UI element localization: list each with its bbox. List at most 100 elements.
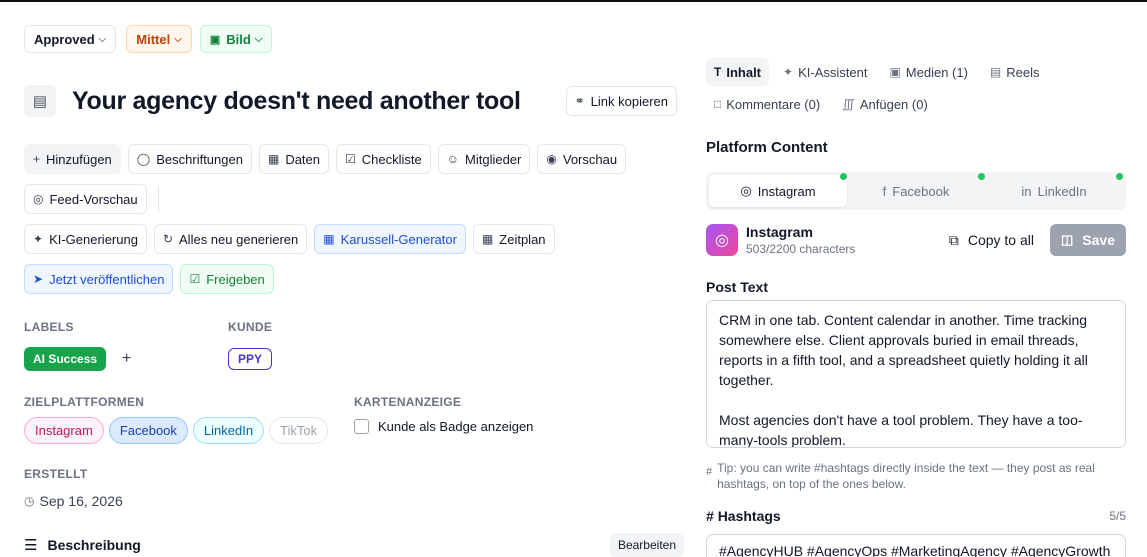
type-dropdown[interactable]: ▣ Bild ⌵: [199, 25, 273, 53]
sparkles-icon: ✦: [783, 65, 794, 79]
labels-client-row: LABELS AI Success + KUNDE PPY: [24, 320, 684, 371]
platform-tab-linkedin[interactable]: in LinkedIn: [985, 173, 1123, 207]
copy-icon: ⧉: [948, 231, 959, 248]
instagram-icon: ◎: [706, 224, 738, 256]
checkbox-icon: ☑: [345, 152, 356, 166]
feed-preview-button[interactable]: ◎ Feed-Vorschau: [24, 184, 147, 214]
preview-label: Vorschau: [562, 151, 618, 167]
dates-button[interactable]: ▦ Daten: [258, 144, 330, 174]
edit-description-button[interactable]: Bearbeiten: [609, 532, 684, 557]
client-list: PPY: [228, 348, 273, 370]
add-label-button[interactable]: +: [122, 350, 131, 368]
status-dot: [978, 173, 985, 180]
text-icon: T: [714, 65, 722, 79]
regenerate-all-button[interactable]: ↻ Alles neu generieren: [153, 224, 308, 254]
menu-icon: ☰: [24, 536, 38, 554]
platform-pill-tiktok[interactable]: TikTok: [269, 417, 329, 444]
user-icon: ☺: [446, 152, 460, 166]
card-display-section: KARTENANZEIGE Kunde als Badge anzeigen: [354, 395, 533, 434]
tab-reels-label: Reels: [1006, 64, 1040, 80]
page-title[interactable]: Your agency doesn't need another tool: [72, 87, 521, 116]
preview-button[interactable]: ◉ Vorschau: [537, 144, 627, 174]
tab-reels[interactable]: ▤ Reels: [982, 58, 1048, 86]
platform-pill-facebook[interactable]: Facebook: [108, 417, 188, 444]
created-heading: ERSTELLT: [24, 467, 88, 481]
share-label: Freigeben: [206, 271, 265, 287]
title-row: ▤ Your agency doesn't need another tool …: [24, 82, 684, 120]
platform-name: Instagram: [746, 224, 813, 240]
client-badge-label: Kunde als Badge anzeigen: [378, 419, 534, 434]
card-details: Approved ⌵ Mittel ⌵ ▣ Bild ⌵ ▤ Your agen…: [24, 25, 684, 509]
refresh-icon: ↻: [162, 232, 174, 246]
schedule-button[interactable]: ▦ Zeitplan: [472, 224, 555, 254]
carousel-generator-button[interactable]: ▦ Karussell-Generator: [314, 224, 466, 254]
calendar-icon: ▦: [267, 152, 280, 166]
image-icon: ▣: [209, 33, 221, 46]
grid-icon: ▦: [323, 232, 335, 246]
copy-link-label: Link kopieren: [590, 93, 668, 109]
add-button[interactable]: + Hinzufügen: [24, 144, 121, 174]
calendar-icon: ▦: [481, 232, 494, 246]
checklist-button[interactable]: ☑ Checkliste: [336, 144, 431, 174]
tab-media[interactable]: ▣ Medien (1): [881, 58, 975, 86]
priority-label: Mittel: [136, 31, 171, 47]
clock-icon: ◷: [24, 494, 35, 508]
status-label: Approved: [34, 31, 95, 47]
tab-content-label: Inhalt: [726, 64, 762, 80]
platforms-heading: ZIELPLATTFORMEN: [24, 395, 145, 409]
label-tag[interactable]: AI Success: [24, 347, 107, 371]
platform-pills: Instagram Facebook LinkedIn TikTok: [24, 417, 354, 444]
ai-generate-label: KI-Generierung: [49, 231, 138, 247]
labels-button[interactable]: ◯ Beschriftungen: [127, 144, 252, 174]
tab-comments[interactable]: □ Kommentare (0): [706, 90, 828, 118]
platform-pill-linkedin[interactable]: LinkedIn: [192, 417, 265, 444]
copy-to-all-button[interactable]: ⧉ Copy to all: [949, 232, 1034, 249]
platform-tab-instagram-label: Instagram: [757, 183, 816, 199]
plus-icon: +: [33, 152, 41, 166]
platform-content-title: Platform Content: [706, 139, 828, 156]
hashtags-input[interactable]: #AgencyHUB #AgencyOps #MarketingAgency #…: [706, 534, 1126, 557]
hashtag-tip: # Tip: you can write #hashtags directly …: [706, 460, 1126, 492]
send-icon: ➤: [33, 272, 44, 286]
checkbox-icon: ☑: [189, 272, 201, 286]
platform-pill-instagram[interactable]: Instagram: [24, 417, 104, 444]
publish-now-button[interactable]: ➤ Jetzt veröffentlichen: [24, 264, 174, 294]
schedule-label: Zeitplan: [499, 231, 546, 247]
description-header: ☰ Beschreibung Bearbeiten: [24, 532, 684, 557]
sparkles-icon: ✦: [33, 232, 44, 246]
client-badge-checkbox[interactable]: [354, 419, 369, 434]
eye-icon: ◉: [546, 152, 557, 166]
client-badge-option: Kunde als Badge anzeigen: [354, 419, 533, 434]
hashtags-count: 5/5: [1109, 509, 1126, 523]
content-panel: T Inhalt ✦ KI-Assistent ▣ Medien (1) ▤ Reels…: [706, 58, 1126, 557]
status-dropdown[interactable]: Approved ⌵: [24, 25, 117, 53]
post-text-label: Post Text: [706, 279, 768, 295]
members-button[interactable]: ☺ Mitglieder: [437, 144, 531, 174]
client-tag[interactable]: PPY: [228, 348, 273, 370]
hashtags-label: # Hashtags: [706, 508, 781, 524]
share-button[interactable]: ☑ Freigeben: [180, 264, 274, 294]
tab-ai-assistant[interactable]: ✦ KI-Assistent: [775, 58, 875, 86]
save-button[interactable]: ◫ Save: [1050, 224, 1126, 256]
copy-link-button[interactable]: ⚭ Link kopieren: [565, 86, 677, 116]
chevron-down-icon: ⌵: [98, 33, 107, 45]
post-text-input[interactable]: CRM in one tab. Content calendar in anot…: [706, 300, 1126, 448]
status-dot: [1116, 173, 1123, 180]
platform-tab-instagram[interactable]: ◎ Instagram: [709, 173, 847, 207]
character-count: 503/2200 characters: [746, 242, 856, 256]
add-label: Hinzufügen: [46, 151, 112, 167]
tag-icon: ◯: [136, 152, 151, 166]
ai-generate-button[interactable]: ✦ KI-Generierung: [24, 224, 147, 254]
tab-content[interactable]: T Inhalt: [706, 58, 770, 86]
hashtags-header: # Hashtags 5/5: [706, 508, 1126, 524]
type-label: Bild: [226, 31, 251, 47]
priority-dropdown[interactable]: Mittel ⌵: [126, 25, 192, 53]
platform-tab-facebook[interactable]: f Facebook: [847, 173, 985, 207]
platform-info: Instagram 503/2200 characters: [746, 224, 855, 256]
copy-to-all-label: Copy to all: [967, 232, 1034, 248]
comment-icon: □: [714, 97, 722, 111]
toolbar-row-1: + Hinzufügen ◯ Beschriftungen ▦ Daten ☑ Chec…: [24, 144, 684, 174]
tab-attach[interactable]: ∭ Anfügen (0): [834, 90, 936, 118]
image-icon: ▣: [889, 65, 901, 79]
labels-label: Beschriftungen: [156, 151, 243, 167]
